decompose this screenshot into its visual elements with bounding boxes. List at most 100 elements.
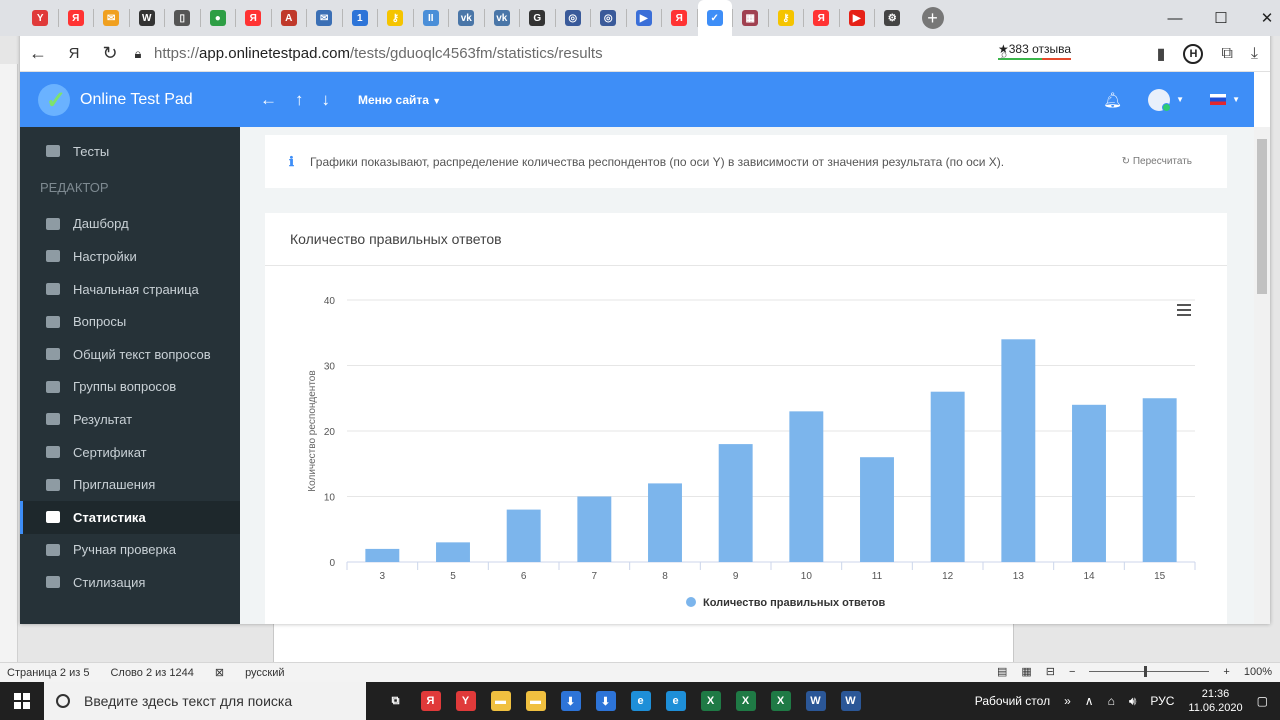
zoom-out-button[interactable]: − (1069, 666, 1075, 678)
browser-tab[interactable]: II (414, 0, 449, 36)
maximize-icon[interactable]: ☐ (1198, 0, 1244, 36)
bar[interactable] (506, 509, 541, 562)
browser-tab[interactable]: ▦ (733, 0, 768, 36)
print-layout-icon[interactable]: ▦ (1021, 665, 1031, 678)
browser-tab[interactable]: ◎ (556, 0, 591, 36)
browser-tab[interactable]: Я (662, 0, 697, 36)
sidebar-item[interactable]: Начальная страница (20, 273, 240, 306)
bar[interactable] (789, 411, 824, 562)
bar[interactable] (930, 391, 965, 562)
network-icon[interactable]: ⌂ (1108, 694, 1115, 708)
close-icon[interactable]: ✕ (1244, 0, 1280, 36)
legend-marker[interactable] (686, 597, 696, 607)
page-count[interactable]: Страница 2 из 5 (7, 667, 89, 679)
taskbar-app[interactable]: Я (413, 682, 448, 720)
browser-tab[interactable]: ⚷ (769, 0, 804, 36)
bookmark-icon[interactable]: ▮ (1157, 44, 1166, 64)
zoom-in-button[interactable]: + (1223, 666, 1229, 678)
bell-icon[interactable]: 🔔︎ (1103, 91, 1122, 109)
taskbar-app[interactable]: W (833, 682, 868, 720)
taskbar-app[interactable]: ⬇ (588, 682, 623, 720)
taskbar-app[interactable]: ▬ (518, 682, 553, 720)
taskbar-app[interactable]: ⬇ (553, 682, 588, 720)
sidebar-item[interactable]: Сертификат (20, 436, 240, 469)
browser-tab[interactable]: ⚷ (378, 0, 413, 36)
taskbar-app[interactable]: X (763, 682, 798, 720)
back-icon[interactable]: ← (20, 36, 56, 72)
bar[interactable] (718, 444, 753, 562)
search-icon[interactable]: ⌕ (1000, 46, 1008, 63)
taskbar-app[interactable]: W (798, 682, 833, 720)
sidebar-item[interactable]: Ручная проверка (20, 534, 240, 567)
taskbar-app[interactable]: Y (448, 682, 483, 720)
clock[interactable]: 21:36 11.06.2020 (1188, 687, 1242, 715)
language-status[interactable]: русский (245, 667, 284, 679)
notifications-icon[interactable]: ▢ (1257, 694, 1268, 708)
browser-tab[interactable]: A (272, 0, 307, 36)
word-document-page[interactable] (273, 624, 1014, 662)
browser-tab[interactable]: ▶ (840, 0, 875, 36)
desktop-toolbar[interactable]: Рабочий стол (975, 694, 1050, 708)
page-scrollbar[interactable] (1254, 127, 1270, 624)
reviews-badge[interactable]: ★383 отзыва (998, 42, 1072, 60)
bar[interactable] (1001, 339, 1036, 562)
arrow-down-icon[interactable]: ↓ (322, 90, 331, 110)
sidebar-item[interactable]: Стилизация (20, 566, 240, 599)
zoom-level[interactable]: 100% (1244, 666, 1272, 678)
browser-tab[interactable]: 1 (343, 0, 378, 36)
logo[interactable]: Online Test Pad (20, 83, 240, 116)
site-menu-dropdown[interactable]: Меню сайта ▼ (358, 93, 441, 107)
bar[interactable] (1072, 404, 1106, 562)
sidebar-item[interactable]: Дашборд (20, 208, 240, 241)
bar[interactable] (436, 542, 470, 562)
taskbar-app[interactable]: X (693, 682, 728, 720)
url-field[interactable]: https://app.onlinetestpad.com/tests/gduo… (154, 45, 603, 62)
tray-arrow-icon[interactable]: ∧ (1085, 694, 1094, 708)
browser-tab[interactable]: ● (201, 0, 236, 36)
yandex-home-icon[interactable]: Я (56, 36, 92, 72)
language-menu[interactable]: ▼ (1210, 94, 1240, 105)
bar[interactable] (365, 548, 400, 562)
browser-tab[interactable]: Y (23, 0, 58, 36)
browser-tab[interactable]: ◎ (591, 0, 626, 36)
taskbar-app[interactable]: e (658, 682, 693, 720)
taskbar-app[interactable]: ▬ (483, 682, 518, 720)
chevron-icon[interactable]: » (1064, 694, 1071, 708)
browser-tab[interactable]: ✉ (94, 0, 129, 36)
start-button[interactable] (0, 682, 44, 720)
sidebar-item[interactable]: Результат (20, 403, 240, 436)
browser-tab[interactable]: ▯ (165, 0, 200, 36)
user-menu[interactable]: ▼ (1148, 88, 1184, 112)
taskbar-app[interactable]: X (728, 682, 763, 720)
chart-menu-icon[interactable] (1177, 304, 1191, 319)
browser-tab[interactable]: ⚙ (875, 0, 910, 36)
sidebar-item[interactable]: Статистика (20, 500, 240, 534)
bar[interactable] (648, 483, 682, 562)
bar[interactable] (1142, 398, 1177, 562)
browser-tab[interactable]: ✉ (307, 0, 342, 36)
zoom-slider[interactable] (1089, 666, 1210, 677)
arrow-left-icon[interactable]: ← (260, 90, 277, 110)
sidebar-item[interactable]: Группы вопросов (20, 371, 240, 404)
minimize-icon[interactable]: — (1152, 0, 1198, 36)
arrow-up-icon[interactable]: ↑ (295, 90, 304, 110)
taskbar-app[interactable]: ⧉ (378, 682, 413, 720)
bar[interactable] (577, 496, 612, 563)
scrollbar-thumb[interactable] (1257, 139, 1267, 294)
input-language[interactable]: РУС (1150, 694, 1174, 708)
downloads-icon[interactable]: ⤓ (1251, 45, 1258, 63)
zoom-slider-thumb[interactable] (1144, 666, 1148, 677)
sidebar-item[interactable]: Настройки (20, 240, 240, 273)
sidebar-item[interactable]: Приглашения (20, 468, 240, 501)
browser-tab[interactable]: ▶ (627, 0, 662, 36)
volume-icon[interactable]: 🔊︎ (1129, 694, 1137, 709)
sidebar-item[interactable]: Вопросы (20, 305, 240, 338)
read-mode-icon[interactable]: ▤ (997, 665, 1007, 678)
proofing-icon[interactable]: ⊠ (215, 666, 224, 679)
new-tab-button[interactable]: + (921, 7, 944, 29)
collections-icon[interactable]: ⧉ (1221, 45, 1232, 63)
sidebar-item-tests[interactable]: Тесты (20, 135, 240, 168)
taskbar-app[interactable]: e (623, 682, 658, 720)
recalculate-button[interactable]: ↻ Пересчитать (1122, 156, 1192, 167)
browser-tab[interactable]: Я (804, 0, 839, 36)
